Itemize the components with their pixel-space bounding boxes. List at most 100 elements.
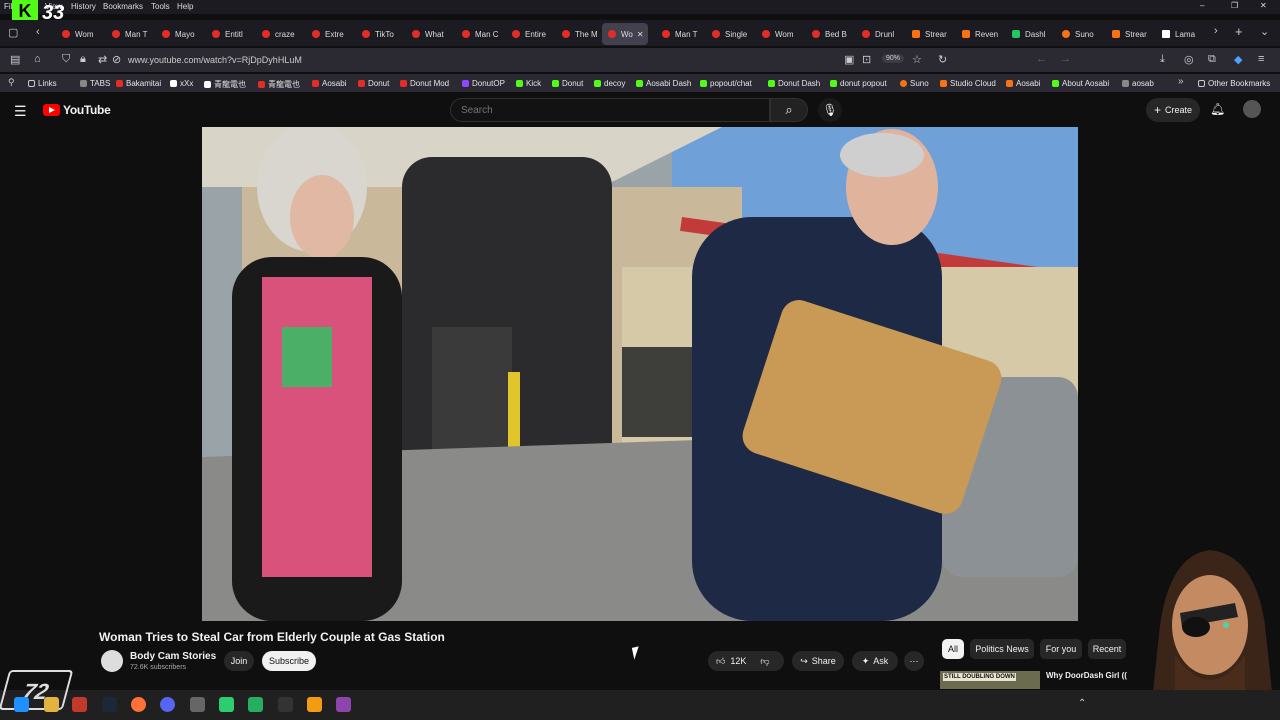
close-window-icon[interactable]: ✕ <box>1260 1 1267 10</box>
tab[interactable]: Lama <box>1156 23 1206 45</box>
tab[interactable]: TikTo <box>356 23 406 45</box>
file-explorer-icon[interactable] <box>44 697 59 712</box>
bookmark[interactable]: DonutOP <box>462 79 505 88</box>
menu-help[interactable]: Help <box>177 2 193 11</box>
account-icon[interactable]: ◎ <box>1184 53 1194 66</box>
bookmark[interactable]: Studio Cloud <box>940 79 996 88</box>
app-icon[interactable] <box>219 697 234 712</box>
tab[interactable]: Mayo <box>156 23 206 45</box>
app-icon[interactable] <box>190 697 205 712</box>
tab[interactable]: Suno <box>1056 23 1106 45</box>
bookmark[interactable]: Aosabi Dash <box>636 79 691 88</box>
tab-active[interactable]: Wo ✕ <box>602 23 648 45</box>
ask-button[interactable]: ✦ Ask <box>852 651 898 671</box>
blocked-icon[interactable]: ⊘ <box>112 53 121 66</box>
youtube-logo[interactable]: YouTube <box>43 103 111 117</box>
tab[interactable]: Extre <box>306 23 356 45</box>
tab[interactable]: Man T <box>106 23 156 45</box>
tab-overflow-icon[interactable]: ⌄ <box>1260 25 1269 38</box>
start-menu-icon[interactable] <box>14 697 29 712</box>
app-icon[interactable] <box>336 697 351 712</box>
bookmark[interactable]: TABS <box>80 79 110 88</box>
more-actions-button[interactable]: ⋯ <box>904 651 924 671</box>
shield-icon[interactable]: ⛉ <box>62 53 70 66</box>
subscribe-button[interactable]: Subscribe <box>262 651 316 671</box>
home-icon[interactable]: ⌂ <box>34 53 41 65</box>
menu-tools[interactable]: Tools <box>151 2 170 11</box>
bookmarks-overflow-icon[interactable]: » <box>1178 76 1184 87</box>
tab[interactable]: Man C <box>456 23 506 45</box>
bookmark[interactable]: Bakamitai <box>116 79 161 88</box>
tab[interactable]: Strear <box>906 23 956 45</box>
app-icon[interactable] <box>278 697 293 712</box>
like-button[interactable]: 👍︎ 12K <box>716 656 746 667</box>
bookmark[interactable]: xXx <box>170 79 193 88</box>
tab[interactable]: craze <box>256 23 306 45</box>
extensions-icon[interactable]: ⧉ <box>1208 53 1216 66</box>
channel-avatar[interactable] <box>101 650 123 672</box>
reader-view-icon[interactable]: ▣ <box>844 53 854 66</box>
join-button[interactable]: Join <box>224 651 254 671</box>
app-icon[interactable] <box>72 697 87 712</box>
notifications-bell-icon[interactable]: 🔔︎ <box>1210 102 1225 116</box>
video-player[interactable] <box>202 127 1078 621</box>
bookmark-folder[interactable]: Links <box>28 79 57 88</box>
tab-scroll-left-icon[interactable]: ‹ <box>36 26 40 38</box>
zoom-level[interactable]: 90% <box>882 54 905 63</box>
tab[interactable]: Reven <box>956 23 1006 45</box>
url-field[interactable]: www.youtube.com/watch?v=RjDpDyhHLuM <box>128 55 302 65</box>
bookmark[interactable]: decoy <box>594 79 625 88</box>
reload-icon[interactable]: ↻ <box>938 53 947 66</box>
bookmark[interactable]: Donut Mod <box>400 79 449 88</box>
bookmark[interactable]: Kick <box>516 79 541 88</box>
firefox-icon[interactable] <box>131 697 146 712</box>
bookmark[interactable]: Donut <box>552 79 583 88</box>
create-button[interactable]: + Create <box>1146 98 1200 122</box>
back-icon[interactable]: ← <box>1036 53 1047 65</box>
tab[interactable]: Entitl <box>206 23 256 45</box>
tab[interactable]: Man T <box>656 23 706 45</box>
search-button[interactable]: ⌕ <box>770 98 808 122</box>
bookmark[interactable]: Aosabi <box>312 79 346 88</box>
bookmark[interactable]: Donut Dash <box>768 79 820 88</box>
vlc-icon[interactable] <box>307 697 322 712</box>
bookmark-folder[interactable]: Other Bookmarks <box>1198 79 1270 88</box>
app-menu-icon[interactable]: ≡ <box>1258 53 1264 65</box>
voice-search-button[interactable]: 🎙︎ <box>818 98 842 122</box>
tab[interactable]: Wom <box>756 23 806 45</box>
menu-bookmarks[interactable]: Bookmarks <box>103 2 143 11</box>
hamburger-menu-icon[interactable]: ☰ <box>14 103 27 120</box>
chip-recent[interactable]: Recent <box>1088 639 1126 659</box>
tab[interactable]: Drunl <box>856 23 906 45</box>
extension-icon[interactable]: ◆ <box>1234 53 1242 66</box>
search-input[interactable] <box>450 98 770 122</box>
bookmarks-manage-icon[interactable]: ⚲ <box>8 77 15 88</box>
tab[interactable]: Dashl <box>1006 23 1056 45</box>
bookmark[interactable]: 青龍電也 <box>204 79 246 90</box>
new-tab-icon[interactable]: + <box>1235 24 1243 39</box>
tab[interactable]: Entire <box>506 23 556 45</box>
chip-all[interactable]: All <box>942 639 964 659</box>
bookmark[interactable]: 青龍電也 <box>258 79 300 90</box>
chip-for-you[interactable]: For you <box>1040 639 1082 659</box>
tab-list-icon[interactable]: ▢ <box>8 26 18 39</box>
bookmark[interactable]: aosab <box>1122 79 1154 88</box>
recommendation-title[interactable]: Why DoorDash Girl (( <box>1046 671 1127 680</box>
tab[interactable]: What <box>406 23 456 45</box>
tab-scroll-right-icon[interactable]: › <box>1214 25 1218 37</box>
bookmark[interactable]: Donut <box>358 79 389 88</box>
permissions-icon[interactable]: ⇄ <box>98 53 107 66</box>
menu-history[interactable]: History <box>71 2 96 11</box>
tab[interactable]: Strear <box>1106 23 1156 45</box>
bookmark[interactable]: donut popout <box>830 79 887 88</box>
sidebar-icon[interactable]: ▤ <box>10 53 20 66</box>
bookmark-star-icon[interactable]: ☆ <box>912 53 922 66</box>
close-tab-icon[interactable]: ✕ <box>637 30 644 39</box>
share-button[interactable]: ↪ Share <box>792 651 844 671</box>
dislike-button[interactable]: 👎︎ <box>760 656 769 667</box>
bookmark[interactable]: Suno <box>900 79 929 88</box>
tab[interactable]: Wom <box>56 23 106 45</box>
forward-icon[interactable]: → <box>1060 53 1071 65</box>
tab[interactable]: The M <box>556 23 606 45</box>
bookmark[interactable]: Aosabi <box>1006 79 1040 88</box>
